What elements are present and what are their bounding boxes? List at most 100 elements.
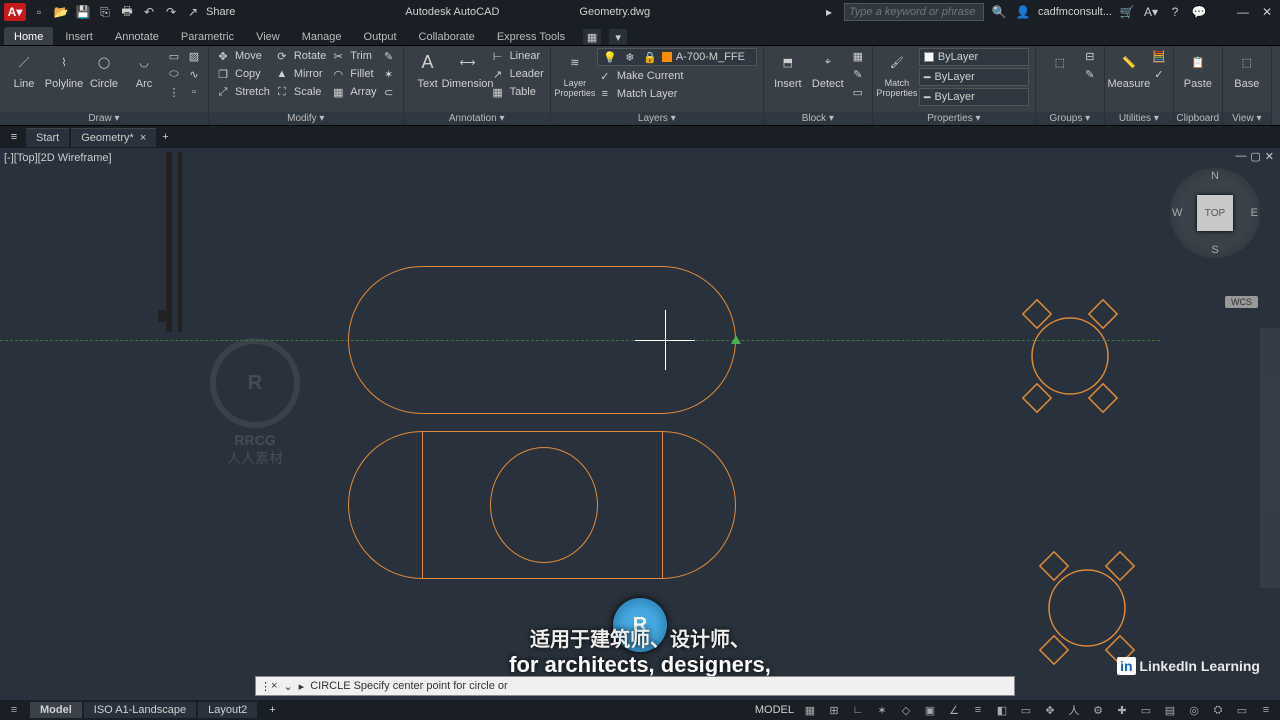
featured-apps-icon[interactable]: ▦ (583, 29, 601, 45)
leader-button[interactable]: Leader (510, 68, 544, 80)
vp-close-icon[interactable]: ✕ (1265, 150, 1274, 163)
insert-button[interactable]: ⬒Insert (770, 48, 806, 90)
linear-button[interactable]: Linear (510, 50, 541, 62)
viewcube[interactable]: N S W E TOP (1170, 168, 1260, 258)
quickprops-icon[interactable]: ▤ (1162, 702, 1178, 718)
ellipse-icon[interactable]: ⬭ (166, 66, 182, 82)
fillet-button[interactable]: Fillet (350, 68, 373, 80)
tab-manage[interactable]: Manage (292, 27, 352, 45)
vp-maximize-icon[interactable]: ▢ (1250, 150, 1260, 163)
measure-button[interactable]: 📏Measure (1111, 48, 1147, 90)
viewport[interactable]: [-][Top][2D Wireframe] — ▢ ✕ R RRCG 人人素材 (0, 148, 1280, 696)
array-button[interactable]: Array (350, 86, 376, 98)
lineweight-toggle-icon[interactable]: ≡ (970, 702, 986, 718)
offset-icon[interactable]: ⊂ (381, 84, 397, 100)
tab-output[interactable]: Output (354, 27, 407, 45)
tab-annotate[interactable]: Annotate (105, 27, 169, 45)
erase-icon[interactable]: ✎ (381, 48, 397, 64)
rect-icon[interactable]: ▭ (166, 48, 182, 64)
tab-view[interactable]: View (246, 27, 290, 45)
calc-icon[interactable]: 🧮 (1151, 48, 1167, 64)
matchprops-button[interactable]: 🖌Match Properties (879, 48, 915, 98)
vp-minimize-icon[interactable]: — (1235, 150, 1246, 163)
app-menu-icon[interactable]: A▾ (4, 3, 26, 21)
filetab-menu-icon[interactable]: ≡ (4, 131, 24, 143)
status-model-tag[interactable]: MODEL (755, 704, 794, 716)
minimize-icon[interactable]: — (1234, 3, 1252, 21)
viewcube-face[interactable]: TOP (1197, 195, 1233, 231)
search-caret-icon[interactable]: ▸ (820, 3, 838, 21)
layer-props-button[interactable]: ≋Layer Properties (557, 48, 593, 98)
edit-block-icon[interactable]: ✎ (850, 66, 866, 82)
scale-button[interactable]: Scale (294, 86, 322, 98)
panel-modify-label[interactable]: Modify ▾ (209, 112, 403, 125)
spline-icon[interactable]: ∿ (186, 66, 202, 82)
polar-icon[interactable]: ✶ (874, 702, 890, 718)
grid-icon[interactable]: ▦ (802, 702, 818, 718)
tool-line[interactable]: ／Line (6, 48, 42, 90)
panel-clipboard-label[interactable]: Clipboard (1174, 112, 1222, 125)
copy-button[interactable]: Copy (235, 68, 261, 80)
attr-icon[interactable]: ▭ (850, 84, 866, 100)
create-block-icon[interactable]: ▦ (850, 48, 866, 64)
search-input[interactable] (844, 3, 984, 21)
open-icon[interactable]: 📂 (52, 3, 70, 21)
tab-layout2[interactable]: Layout2 (198, 702, 257, 718)
rotate-button[interactable]: Rotate (294, 50, 326, 62)
color-combo[interactable]: ByLayer (919, 48, 1029, 66)
annomon-icon[interactable]: ✚ (1114, 702, 1130, 718)
panel-draw-label[interactable]: Draw ▾ (0, 112, 208, 125)
new-icon[interactable]: ▫ (30, 3, 48, 21)
stretch-button[interactable]: Stretch (235, 86, 270, 98)
panel-block-label[interactable]: Block ▾ (764, 112, 872, 125)
tool-dimension[interactable]: ⟷Dimension (450, 48, 486, 90)
tab-collaborate[interactable]: Collaborate (409, 27, 485, 45)
tab-express[interactable]: Express Tools (487, 27, 575, 45)
otrack-icon[interactable]: ∠ (946, 702, 962, 718)
paste-button[interactable]: 📋Paste (1180, 48, 1216, 90)
status-menu-icon[interactable]: ≡ (6, 702, 22, 718)
transparency-icon[interactable]: ◧ (994, 702, 1010, 718)
cleanscreen-icon[interactable]: ▭ (1234, 702, 1250, 718)
filetab-new[interactable]: + (158, 128, 172, 146)
filetab-geometry[interactable]: Geometry*× (71, 128, 156, 147)
tab-layout1[interactable]: ISO A1-Landscape (84, 702, 196, 718)
panel-utilities-label[interactable]: Utilities ▾ (1105, 112, 1173, 125)
autodesk-icon[interactable]: A▾ (1142, 3, 1160, 21)
panel-groups-label[interactable]: Groups ▾ (1036, 112, 1104, 125)
groupedit-icon[interactable]: ✎ (1082, 66, 1098, 82)
cart-icon[interactable]: 🛒 (1118, 3, 1136, 21)
nav-bar[interactable] (1260, 328, 1280, 588)
osnap-icon[interactable]: ▣ (922, 702, 938, 718)
workspace-icon[interactable]: ⚙ (1090, 702, 1106, 718)
plot-icon[interactable]: 🖶 (118, 3, 136, 21)
filetab-start[interactable]: Start (26, 128, 69, 147)
cmd-close-icon[interactable]: × (271, 680, 277, 692)
detect-button[interactable]: ⌖Detect (810, 48, 846, 90)
hardware-icon[interactable]: ⛭ (1210, 702, 1226, 718)
user-label[interactable]: cadfmconsult... (1038, 6, 1112, 18)
panel-annotation-label[interactable]: Annotation ▾ (404, 112, 550, 125)
saveas-icon[interactable]: ⎘ (96, 3, 114, 21)
panel-properties-label[interactable]: Properties ▾ (873, 112, 1035, 125)
tool-arc[interactable]: ◡Arc (126, 48, 162, 90)
selection-icon[interactable]: ▭ (1018, 702, 1034, 718)
command-line[interactable]: ⋮ × ⌄ ▸ CIRCLE Specify center point for … (255, 676, 1015, 696)
panel-view-label[interactable]: View ▾ (1223, 112, 1271, 125)
units-icon[interactable]: ▭ (1138, 702, 1154, 718)
table-button[interactable]: Table (510, 86, 536, 98)
isodraft-icon[interactable]: ◇ (898, 702, 914, 718)
help-icon[interactable]: ? (1166, 3, 1184, 21)
point-icon[interactable]: ⋮ (166, 84, 182, 100)
makecurrent-button[interactable]: Make Current (617, 70, 684, 82)
redo-icon[interactable]: ↷ (162, 3, 180, 21)
share-label[interactable]: Share (206, 6, 235, 18)
base-button[interactable]: ⬚Base (1229, 48, 1265, 90)
layout-add[interactable]: + (259, 702, 285, 718)
cmd-handle-icon[interactable]: ⋮ (260, 680, 271, 693)
bubble-icon[interactable]: 💬 (1190, 3, 1208, 21)
ortho-icon[interactable]: ∟ (850, 702, 866, 718)
tab-parametric[interactable]: Parametric (171, 27, 244, 45)
explode-icon[interactable]: ✶ (381, 66, 397, 82)
quickselect-icon[interactable]: ✓ (1151, 66, 1167, 82)
